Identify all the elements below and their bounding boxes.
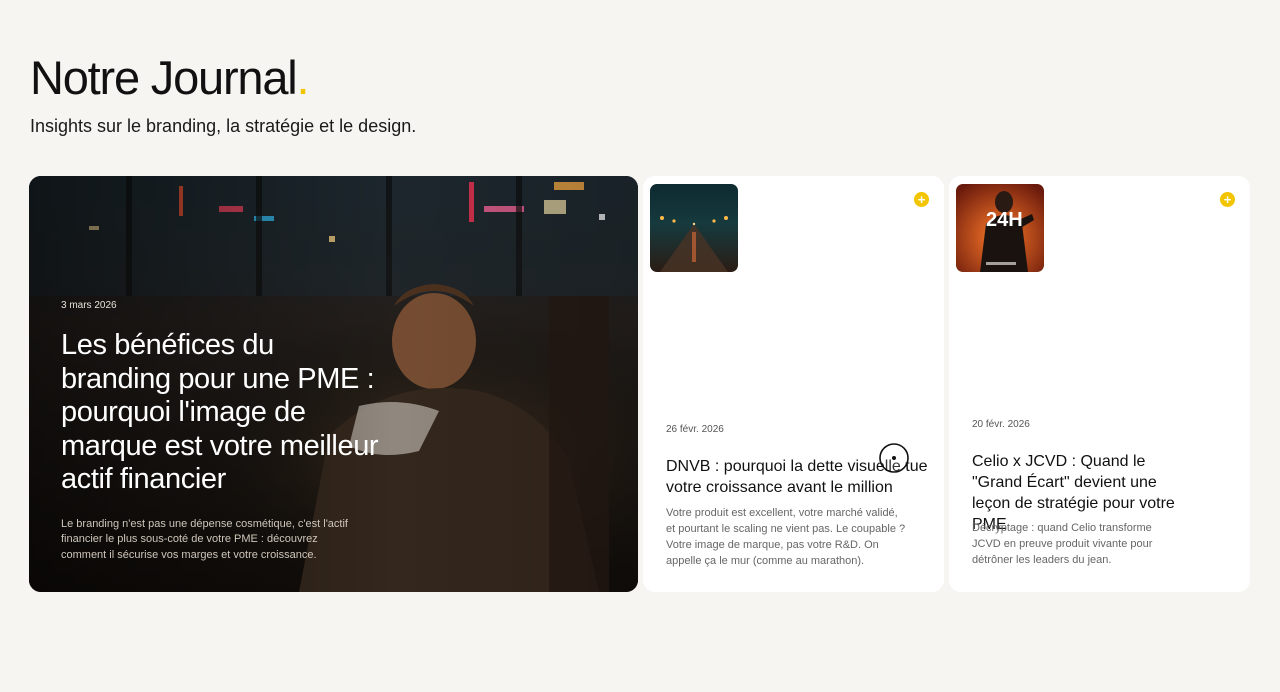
page-subtitle: Insights sur le branding, la stratégie e… <box>30 116 417 136</box>
page-title: Notre Journal. <box>30 52 416 104</box>
featured-article-card[interactable]: 3 mars 2026 Les bénéfices du branding po… <box>29 176 638 592</box>
article-card[interactable]: + 26 févr. 2026 DNVB : pourquoi la dette… <box>643 176 944 592</box>
article-date: 3 mars 2026 <box>61 300 117 311</box>
featured-article-content: 3 mars 2026 Les bénéfices du branding po… <box>61 300 381 563</box>
title-accent-dot: . <box>296 51 310 104</box>
article-excerpt: Votre produit est excellent, votre march… <box>666 507 906 567</box>
article-title[interactable]: DNVB : pourquoi la dette visuelle tue vo… <box>666 456 928 498</box>
plus-icon[interactable]: + <box>1220 192 1235 207</box>
article-date: 26 févr. 2026 <box>666 424 724 435</box>
article-card[interactable]: 24H + 20 févr. 2026 Celio x JCVD : Quand… <box>949 176 1250 592</box>
article-title[interactable]: Les bénéfices du branding pour une PME :… <box>61 329 391 497</box>
plus-icon[interactable]: + <box>914 192 929 207</box>
article-thumbnail <box>650 184 738 272</box>
article-date: 20 févr. 2026 <box>972 419 1030 430</box>
article-excerpt: Décryptage : quand Celio transforme JCVD… <box>972 522 1153 566</box>
page-header: Notre Journal. Insights sur le branding,… <box>30 52 416 137</box>
article-grid: 3 mars 2026 Les bénéfices du branding po… <box>29 176 1251 592</box>
thumbnail-text: 24H <box>986 209 1023 231</box>
page-title-text: Notre Journal <box>30 51 298 104</box>
article-thumbnail: 24H <box>956 184 1044 272</box>
article-excerpt: Le branding n'est pas une dépense cosmét… <box>61 517 348 561</box>
